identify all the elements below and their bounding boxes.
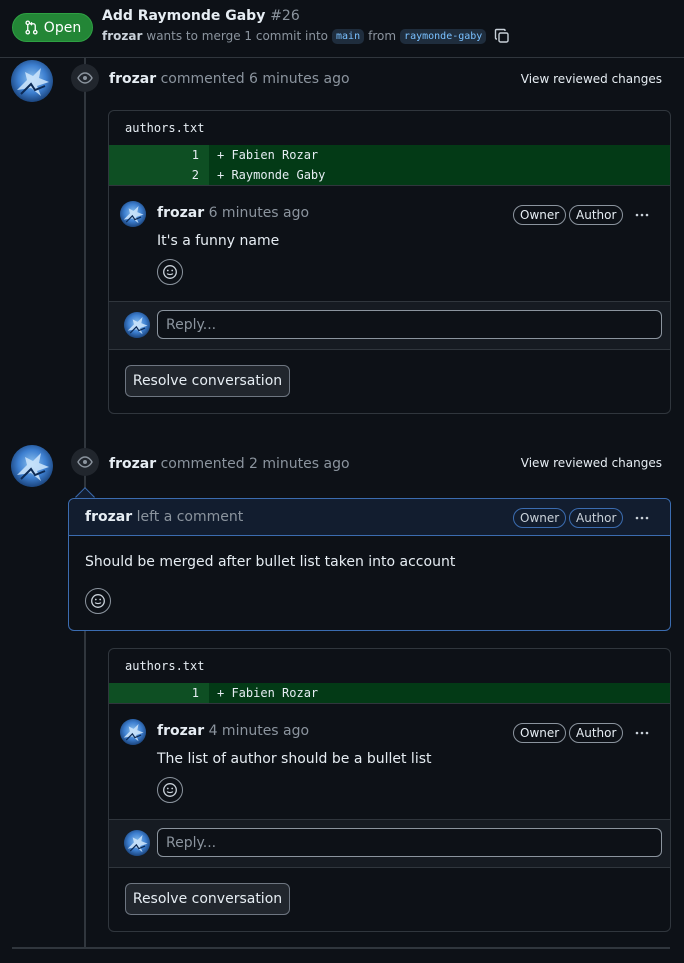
avatar[interactable] <box>120 719 146 745</box>
author-badge: Author <box>569 723 624 743</box>
event-action: commented 6 minutes ago <box>160 71 350 87</box>
divider <box>109 867 670 868</box>
review-comment-card: frozar left a comment Owner Author Shoul… <box>68 498 671 631</box>
avatar <box>124 312 150 338</box>
review-author[interactable]: frozar <box>85 509 132 525</box>
timeline-end-divider <box>12 947 670 949</box>
reply-input[interactable] <box>157 310 662 339</box>
avatar <box>124 830 150 856</box>
timeline-event-header: frozar commented 2 minutes ago <box>109 456 350 472</box>
header-divider <box>0 57 684 58</box>
resolve-conversation-button[interactable]: Resolve conversation <box>125 883 290 915</box>
event-action: commented 2 minutes ago <box>160 456 350 472</box>
diff-line-number: 2 <box>109 165 209 185</box>
diff-line: 1 + Fabien Rozar <box>109 145 670 165</box>
smiley-icon[interactable] <box>85 588 111 614</box>
pr-state-label: Open <box>43 19 82 36</box>
review-author-line: frozar left a comment <box>85 509 243 525</box>
pr-number: #26 <box>270 8 300 24</box>
comment-time[interactable]: 6 minutes ago <box>209 205 310 221</box>
reply-area <box>109 819 670 867</box>
owner-badge: Owner <box>513 723 567 743</box>
smiley-icon[interactable] <box>157 777 183 803</box>
git-pull-request-icon <box>25 20 38 35</box>
file-name[interactable]: authors.txt <box>125 121 204 135</box>
divider <box>109 819 670 820</box>
comment-time[interactable]: 4 minutes ago <box>209 723 310 739</box>
diff-line: 2 + Raymonde Gaby <box>109 165 670 185</box>
pr-state-badge: Open <box>12 13 93 42</box>
kebab-menu-icon[interactable] <box>632 205 652 225</box>
eye-icon <box>71 64 99 92</box>
reply-input[interactable] <box>157 828 662 857</box>
comment-header: frozar 4 minutes ago <box>157 723 309 739</box>
review-comment-body: Should be merged after bullet list taken… <box>85 554 456 570</box>
head-branch[interactable]: raymonde-gaby <box>400 28 487 44</box>
divider <box>109 349 670 350</box>
diff-line-number: 1 <box>109 683 209 703</box>
diff-line-number: 1 <box>109 145 209 165</box>
avatar[interactable] <box>120 201 146 227</box>
author-badge: Author <box>569 205 624 225</box>
avatar[interactable] <box>11 445 53 487</box>
review-action: left a comment <box>136 509 244 525</box>
pr-title-text: Add Raymonde Gaby <box>102 8 266 24</box>
view-reviewed-changes-link[interactable]: View reviewed changes <box>521 72 662 86</box>
divider <box>109 185 670 186</box>
file-name[interactable]: authors.txt <box>125 659 204 673</box>
comment-header: frozar 6 minutes ago <box>157 205 309 221</box>
review-thread: authors.txt 1 + Fabien Rozar 2 + Raymond… <box>108 110 671 414</box>
diff-code: + Raymonde Gaby <box>217 168 326 182</box>
avatar[interactable] <box>11 60 53 102</box>
pr-subtitle: frozar wants to merge 1 commit into main… <box>102 28 510 44</box>
pr-author-link[interactable]: frozar <box>102 29 142 43</box>
comment-author[interactable]: frozar <box>157 723 204 739</box>
resolve-conversation-button[interactable]: Resolve conversation <box>125 365 290 397</box>
owner-badge: Owner <box>513 205 567 225</box>
comment-body: It's a funny name <box>157 233 280 249</box>
divider <box>109 703 670 704</box>
kebab-menu-icon[interactable] <box>632 723 652 743</box>
reply-area <box>109 301 670 349</box>
event-author[interactable]: frozar <box>109 71 156 87</box>
diff-code: + Fabien Rozar <box>217 148 319 162</box>
event-author[interactable]: frozar <box>109 456 156 472</box>
base-branch[interactable]: main <box>332 28 365 44</box>
pr-merge-text: wants to merge 1 commit into <box>146 29 329 43</box>
view-reviewed-changes-link[interactable]: View reviewed changes <box>521 456 662 470</box>
copy-icon[interactable] <box>494 28 510 44</box>
comment-author[interactable]: frozar <box>157 205 204 221</box>
eye-icon <box>71 448 99 476</box>
author-badge: Author <box>569 508 624 528</box>
pr-title: Add Raymonde Gaby #26 <box>102 8 300 24</box>
comment-body: The list of author should be a bullet li… <box>157 751 432 767</box>
kebab-menu-icon[interactable] <box>632 508 652 528</box>
divider <box>109 301 670 302</box>
diff-line: 1 + Fabien Rozar <box>109 683 670 703</box>
diff-code: + Fabien Rozar <box>217 686 319 700</box>
owner-badge: Owner <box>513 508 567 528</box>
review-thread: authors.txt 1 + Fabien Rozar frozar 4 mi… <box>108 648 671 932</box>
smiley-icon[interactable] <box>157 259 183 285</box>
timeline-event-header: frozar commented 6 minutes ago <box>109 71 350 87</box>
pr-from-text: from <box>368 29 397 43</box>
